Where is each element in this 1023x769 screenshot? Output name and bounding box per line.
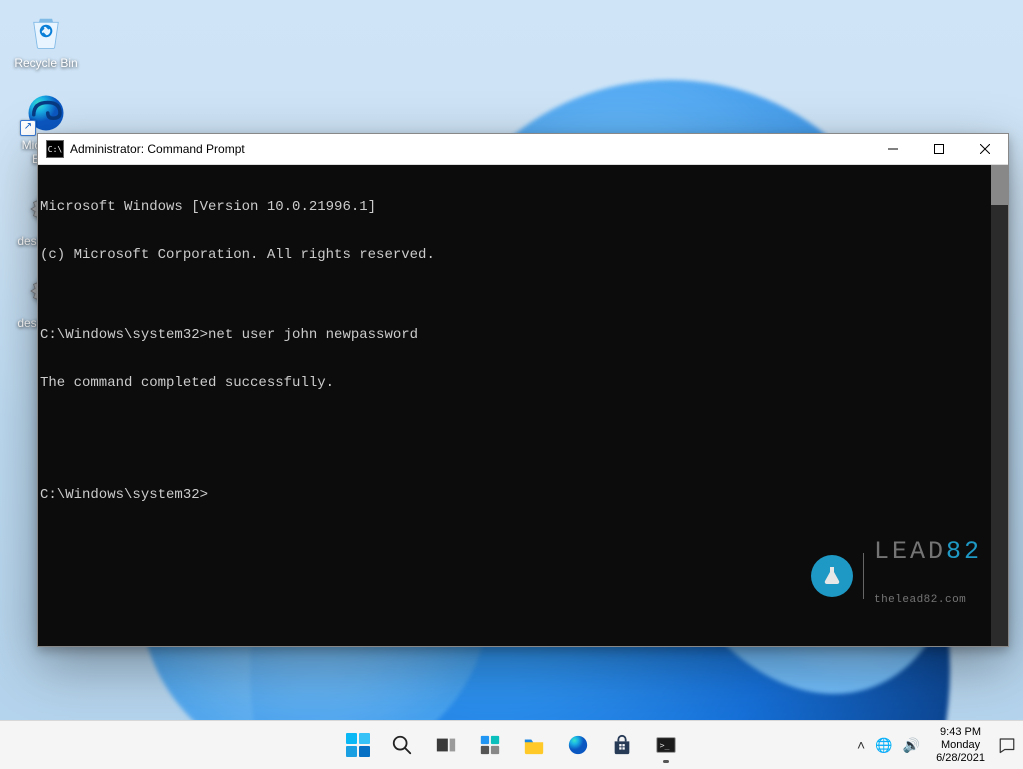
svg-text:>_: >_	[659, 740, 669, 750]
command-prompt-window[interactable]: C:\ Administrator: Command Prompt Micros…	[37, 133, 1009, 647]
taskbar-start-button[interactable]	[338, 725, 378, 765]
edge-icon	[567, 734, 589, 756]
taskbar-edge-button[interactable]	[558, 725, 598, 765]
console-scrollbar[interactable]	[991, 165, 1008, 646]
taskbar-widgets-button[interactable]	[470, 725, 510, 765]
desktop-background[interactable]: Recycle Bin ↗ Microsoft Edge	[0, 0, 1023, 769]
taskbar-notifications-button[interactable]	[995, 725, 1019, 765]
window-title: Administrator: Command Prompt	[70, 142, 870, 156]
cmd-icon: >_	[655, 734, 677, 756]
maximize-icon	[934, 144, 944, 154]
taskbar-clock[interactable]: 9:43 PM Monday 6/28/2021	[932, 726, 989, 765]
window-titlebar[interactable]: C:\ Administrator: Command Prompt	[38, 134, 1008, 165]
folder-icon	[523, 734, 545, 756]
scrollbar-thumb[interactable]	[991, 165, 1008, 205]
taskbar-command-prompt-button[interactable]: >_	[646, 725, 686, 765]
recycle-bin-icon	[23, 8, 69, 54]
tray-overflow-button[interactable]: ˄	[857, 737, 865, 753]
watermark-brand: LEAD	[874, 537, 946, 566]
cmd-app-icon: C:\	[46, 140, 64, 158]
taskbar-center: >_	[338, 725, 686, 765]
taskbar-right: ˄ 🌐 🔊 9:43 PM Monday 6/28/2021	[857, 725, 1019, 765]
taskbar-store-button[interactable]	[602, 725, 642, 765]
minimize-icon	[888, 144, 898, 154]
watermark-url: thelead82.com	[874, 592, 982, 608]
shortcut-arrow-icon: ↗	[20, 120, 36, 136]
console-line: The command completed successfully.	[38, 375, 1008, 391]
tray-network-icon[interactable]: 🌐	[875, 737, 892, 754]
widgets-icon	[479, 734, 501, 756]
tray-volume-icon[interactable]: 🔊	[903, 737, 920, 754]
console-line: (c) Microsoft Corporation. All rights re…	[38, 247, 1008, 263]
desktop-icon-label: Recycle Bin	[8, 56, 84, 70]
notification-icon	[998, 736, 1016, 754]
close-icon	[980, 144, 990, 154]
windows-start-icon	[346, 733, 370, 757]
watermark-brand-suffix: 82	[946, 537, 982, 566]
window-minimize-button[interactable]	[870, 134, 916, 164]
window-maximize-button[interactable]	[916, 134, 962, 164]
console-prompt[interactable]: C:\Windows\system32>	[38, 487, 1008, 503]
clock-date: 6/28/2021	[936, 752, 985, 765]
search-icon	[391, 734, 413, 756]
console-output[interactable]: Microsoft Windows [Version 10.0.21996.1]…	[38, 165, 1008, 646]
window-close-button[interactable]	[962, 134, 1008, 164]
clock-day: Monday	[936, 739, 985, 752]
system-tray: ˄ 🌐 🔊	[857, 737, 926, 754]
store-icon	[611, 734, 633, 756]
taskbar-task-view-button[interactable]	[426, 725, 466, 765]
console-line: Microsoft Windows [Version 10.0.21996.1]	[38, 199, 1008, 215]
taskbar-search-button[interactable]	[382, 725, 422, 765]
desktop-icon-recycle-bin[interactable]: Recycle Bin	[8, 8, 84, 70]
watermark: LEAD82 thelead82.com	[811, 512, 982, 640]
task-view-icon	[435, 734, 457, 756]
taskbar-file-explorer-button[interactable]	[514, 725, 554, 765]
clock-time: 9:43 PM	[936, 726, 985, 739]
taskbar: >_ ˄ 🌐 🔊 9:43 PM Monday 6/28/2021	[0, 720, 1023, 769]
flask-icon	[811, 555, 853, 597]
console-line: C:\Windows\system32>net user john newpas…	[38, 327, 1008, 343]
